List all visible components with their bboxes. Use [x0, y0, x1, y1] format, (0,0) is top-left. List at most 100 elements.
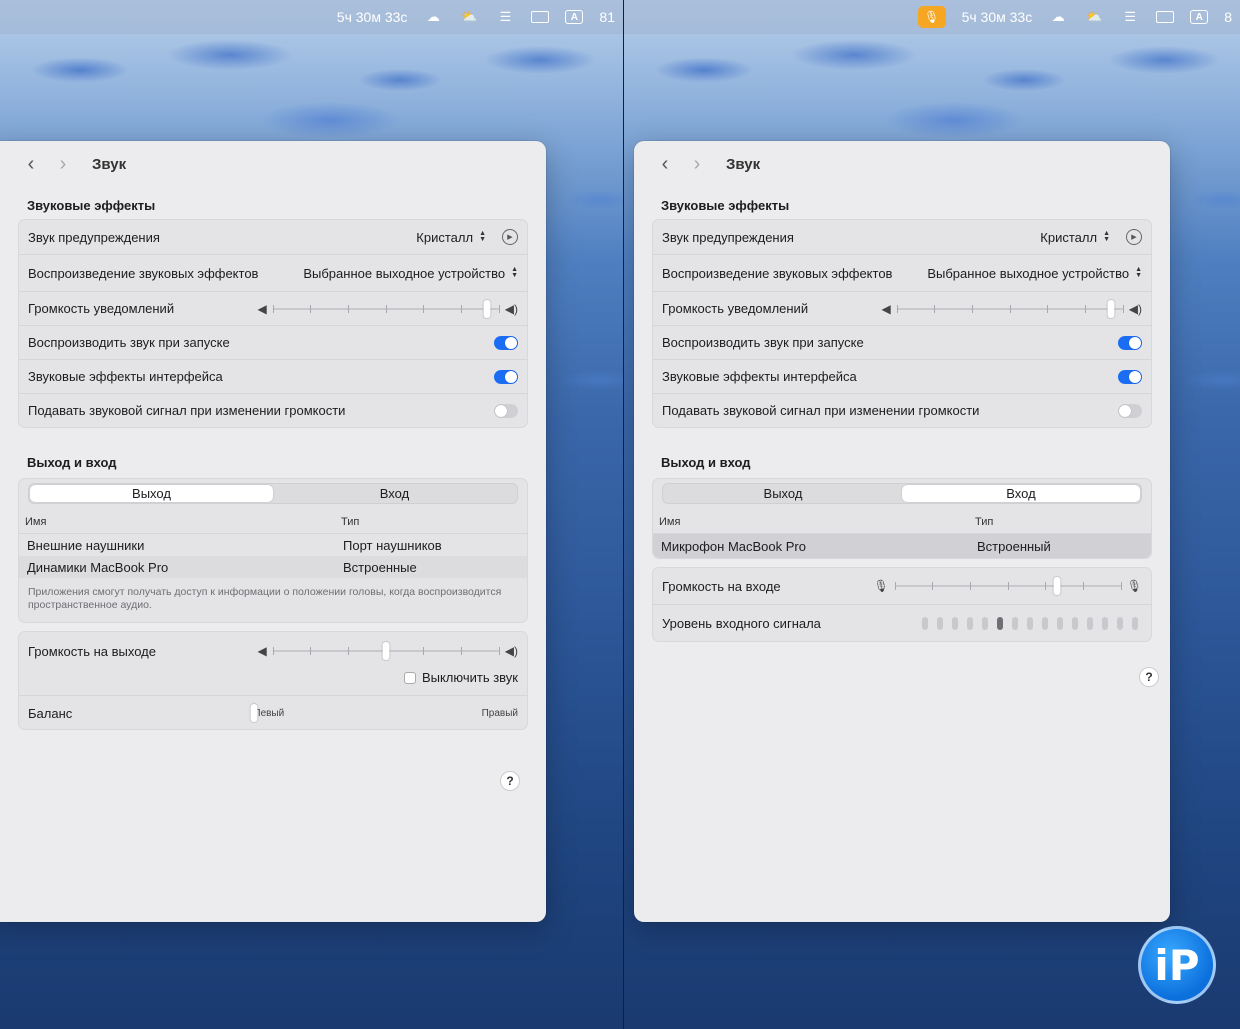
menu-bar: 🎙 5ч 30м 33с ☁ ⛅ ☰ A 8 [624, 0, 1240, 34]
io-heading: Выход и вход [27, 455, 117, 470]
speaker-high-icon: ◀) [504, 301, 518, 316]
tab-input[interactable]: Вход [902, 485, 1140, 502]
balance-label: Баланс [28, 706, 73, 721]
mute-label[interactable]: Выключить звук [422, 670, 518, 685]
keyboard-layout-icon[interactable]: A [565, 10, 584, 24]
slider-thumb[interactable] [483, 299, 491, 318]
play-effects-label: Воспроизведение звуковых эффектов [662, 265, 893, 281]
alert-sound-label: Звук предупреждения [28, 229, 160, 245]
volume-feedback-row: Подавать звуковой сигнал при изменении г… [653, 394, 1151, 427]
chevron-right-icon[interactable]: › [56, 153, 70, 176]
weather-icon[interactable]: ⛅ [1084, 9, 1104, 25]
cloud-icon[interactable]: ☁ [423, 9, 443, 25]
stepper-icon: ▲ ▼ [1103, 230, 1110, 243]
mute-checkbox[interactable] [403, 671, 416, 684]
settings-content: Звуковые эффекты Звук предупреждения Кри… [652, 187, 1152, 642]
device-type: Встроенный [977, 538, 1051, 554]
volume-feedback-toggle[interactable] [494, 403, 518, 418]
slider-tick [1085, 304, 1087, 313]
list-icon[interactable]: ☰ [1120, 9, 1140, 25]
input-volume-slider-wrap: 🎙 🎙 [873, 577, 1142, 595]
alert-volume-slider[interactable] [272, 299, 500, 318]
column-type[interactable]: Тип [975, 516, 993, 528]
balance-right-label: Правый [481, 708, 518, 719]
level-bar [1057, 616, 1063, 630]
slider-thumb[interactable] [250, 704, 258, 722]
alert-volume-slider[interactable] [896, 299, 1124, 318]
input-level-row: Уровень входного сигнала [653, 605, 1151, 641]
slider-tick [310, 304, 312, 313]
alert-sound-popup[interactable]: Кристалл ▲ ▼ ▶ [1040, 229, 1142, 245]
ui-effects-toggle[interactable] [1118, 369, 1142, 384]
play-icon[interactable]: ▶ [1126, 229, 1142, 245]
cloud-icon[interactable]: ☁ [1048, 9, 1068, 25]
microphone-low-icon: 🎙 [873, 579, 889, 593]
display-icon[interactable] [531, 11, 550, 23]
play-effects-row: Воспроизведение звуковых эффектов Выбран… [653, 255, 1151, 292]
io-group: Выход Вход Имя Тип Микрофон MacBook Pro … [652, 478, 1152, 559]
balance-left-label: Левый [254, 708, 285, 719]
slider-thumb[interactable] [382, 642, 390, 660]
output-volume-row: Громкость на выходе ◀ ◀) [19, 632, 527, 670]
slider-thumb[interactable] [1107, 299, 1115, 318]
column-name[interactable]: Имя [659, 516, 975, 528]
list-icon[interactable]: ☰ [495, 9, 515, 25]
column-type[interactable]: Тип [341, 516, 359, 528]
chevron-left-icon[interactable]: ‹ [24, 153, 38, 176]
slider-tick [1007, 582, 1009, 590]
slider-tick [385, 304, 387, 313]
input-level-label: Уровень входного сигнала [662, 615, 821, 631]
startup-sound-toggle[interactable] [1118, 335, 1142, 350]
tab-output[interactable]: Выход [664, 485, 902, 502]
sound-settings-window: ‹ › Звук Звуковые эффекты Звук предупреж… [634, 141, 1170, 922]
slider-tick [970, 582, 972, 590]
level-bar [952, 616, 958, 630]
timer-text[interactable]: 5ч 30м 33с [962, 9, 1033, 25]
menu-bar: 5ч 30м 33с ☁ ⛅ ☰ A 81 [0, 0, 623, 34]
level-bar [1117, 616, 1123, 630]
microphone-high-icon: 🎙 [1126, 579, 1142, 593]
table-row[interactable]: Внешние наушники Порт наушников [19, 534, 527, 556]
keyboard-layout-icon[interactable]: A [1190, 10, 1209, 24]
balance-labels: Левый Правый [254, 708, 518, 719]
slider-tick [498, 304, 500, 313]
help-button[interactable]: ? [500, 771, 520, 791]
microphone-indicator-icon[interactable]: 🎙 [917, 6, 946, 28]
sound-effects-group: Звук предупреждения Кристалл ▲ ▼ ▶ Воспро… [18, 219, 528, 428]
timer-text[interactable]: 5ч 30м 33с [337, 9, 408, 25]
slider-tick [932, 582, 934, 590]
alert-sound-popup[interactable]: Кристалл ▲ ▼ ▶ [416, 229, 518, 245]
tab-output[interactable]: Выход [30, 485, 273, 502]
sound-effects-heading: Звуковые эффекты [661, 198, 790, 213]
speaker-high-icon: ◀) [504, 644, 518, 658]
chevron-left-icon[interactable]: ‹ [658, 153, 672, 176]
alert-sound-value: Кристалл [416, 229, 474, 245]
ui-effects-toggle[interactable] [494, 369, 518, 384]
alert-sound-row: Звук предупреждения Кристалл ▲ ▼ ▶ [653, 220, 1151, 255]
table-row[interactable]: Динамики MacBook Pro Встроенные [19, 556, 527, 578]
play-effects-popup[interactable]: Выбранное выходное устройство ▲ ▼ [927, 266, 1142, 281]
display-icon[interactable] [1156, 11, 1175, 23]
table-row[interactable]: Микрофон MacBook Pro Встроенный [653, 534, 1151, 558]
slider-thumb[interactable] [1053, 577, 1061, 595]
io-group: Выход Вход Имя Тип Внешние наушники Порт… [18, 478, 528, 623]
alert-sound-value: Кристалл [1040, 229, 1098, 245]
input-volume-group: Громкость на входе 🎙 🎙 Уровень входного … [652, 567, 1152, 642]
tab-input[interactable]: Вход [273, 485, 516, 502]
play-icon[interactable]: ▶ [502, 229, 518, 245]
column-name[interactable]: Имя [25, 516, 341, 528]
volume-feedback-toggle[interactable] [1118, 403, 1142, 418]
level-bar [1132, 616, 1138, 630]
input-volume-label: Громкость на входе [662, 578, 781, 594]
startup-sound-row: Воспроизводить звук при запуске [653, 326, 1151, 360]
window-titlebar: ‹ › Звук [634, 141, 1170, 187]
chevron-right-icon[interactable]: › [690, 153, 704, 176]
input-volume-slider[interactable] [894, 577, 1122, 595]
startup-sound-toggle[interactable] [494, 335, 518, 350]
weather-icon[interactable]: ⛅ [459, 9, 479, 25]
output-volume-slider[interactable] [272, 642, 500, 660]
help-button[interactable]: ? [1139, 667, 1159, 687]
slider-tick [894, 582, 896, 590]
play-effects-popup[interactable]: Выбранное выходное устройство ▲ ▼ [303, 266, 518, 281]
input-volume-row: Громкость на входе 🎙 🎙 [653, 568, 1151, 605]
